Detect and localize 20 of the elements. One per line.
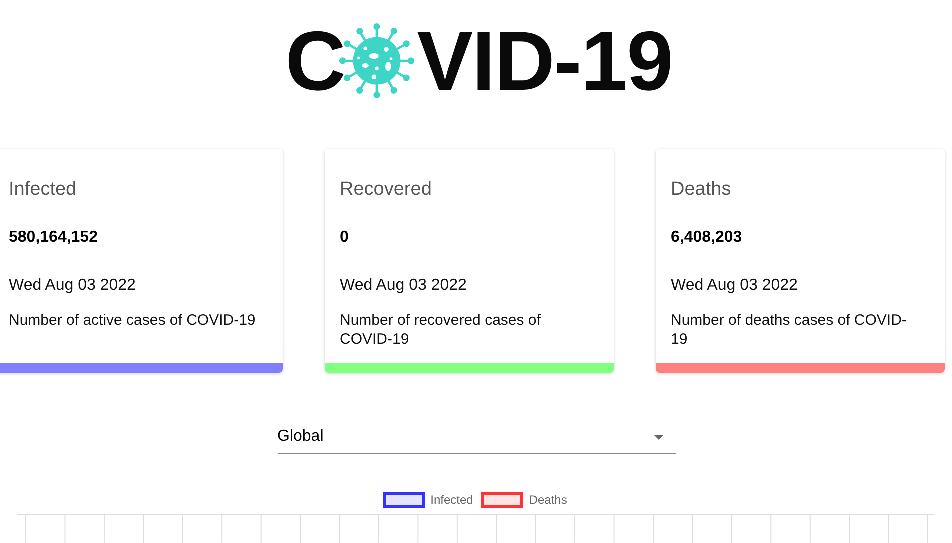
legend-swatch[interactable] — [382, 492, 425, 508]
card-date: Wed Aug 03 2022 — [340, 277, 468, 295]
card-value: 6,408,203 — [671, 229, 744, 247]
card-description: Number of active cases of COVID-19 — [9, 311, 257, 330]
caret-icon — [654, 434, 664, 440]
legend-swatch[interactable] — [481, 492, 524, 508]
legend-label[interactable]: Deaths — [529, 493, 568, 508]
card-title: Deaths — [671, 179, 732, 201]
card-description: Number of recovered cases of COVID-19 — [340, 311, 542, 349]
card-title: Recovered — [340, 179, 433, 201]
card-title: Infected — [9, 179, 78, 201]
card-date: Wed Aug 03 2022 — [671, 277, 799, 295]
card-value: 0 — [340, 229, 350, 247]
logo-letter: C — [285, 16, 346, 106]
logo-text: VID-19 — [417, 16, 673, 106]
card-value: 580,164,152 — [9, 229, 99, 247]
card-date: Wed Aug 03 2022 — [9, 277, 137, 295]
country-select[interactable]: Global — [278, 425, 676, 454]
legend-label[interactable]: Infected — [430, 493, 474, 508]
card-description: Number of deaths cases of COVID-19 — [671, 311, 908, 349]
